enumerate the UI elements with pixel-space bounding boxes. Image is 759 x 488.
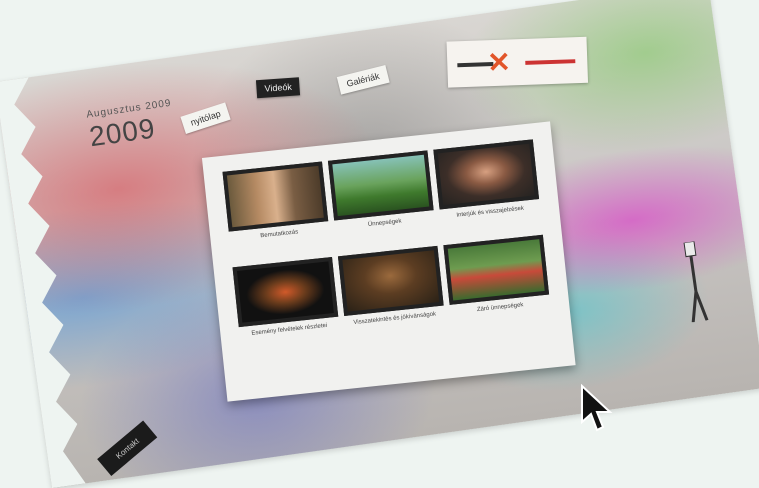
- video-grid: Bemutatkozás Ünnepségek Interjúk és viss…: [222, 139, 550, 347]
- x-logo-icon: ✕: [486, 46, 512, 79]
- brand-logo[interactable]: ✕: [446, 36, 589, 88]
- video-tile[interactable]: Esemény felvételek részletei: [232, 256, 340, 347]
- figure-illustration: [683, 240, 709, 323]
- video-thumbnail[interactable]: [433, 139, 540, 210]
- video-tile[interactable]: Ünnepségek: [327, 150, 435, 240]
- video-tile[interactable]: Záró ünnepségek: [443, 234, 550, 325]
- nav-tag-videos[interactable]: Videók: [255, 77, 301, 99]
- video-gallery-panel: Bemutatkozás Ünnepségek Interjúk és viss…: [201, 121, 576, 402]
- collage-card: Augusztus 2009 2009 nyitólap Videók Galé…: [0, 0, 759, 488]
- video-thumbnail[interactable]: [327, 150, 434, 221]
- video-tile[interactable]: Visszatekintés és jókívánságok: [337, 245, 445, 336]
- nav-tag-home[interactable]: nyitólap: [180, 102, 231, 134]
- video-thumbnail[interactable]: [222, 161, 329, 232]
- video-tile[interactable]: Bemutatkozás: [222, 161, 329, 252]
- video-tile[interactable]: Interjúk és visszajelzések: [433, 139, 540, 229]
- arrow-cursor-icon: [581, 384, 613, 432]
- logo-bar-right: [525, 59, 576, 65]
- video-thumbnail[interactable]: [337, 245, 444, 316]
- nav-tag-galleries[interactable]: Galériák: [336, 65, 390, 95]
- video-thumbnail[interactable]: [443, 234, 550, 305]
- page-stage: Augusztus 2009 2009 nyitólap Videók Galé…: [0, 0, 759, 488]
- video-thumbnail[interactable]: [232, 256, 339, 328]
- torn-edge: [0, 77, 86, 488]
